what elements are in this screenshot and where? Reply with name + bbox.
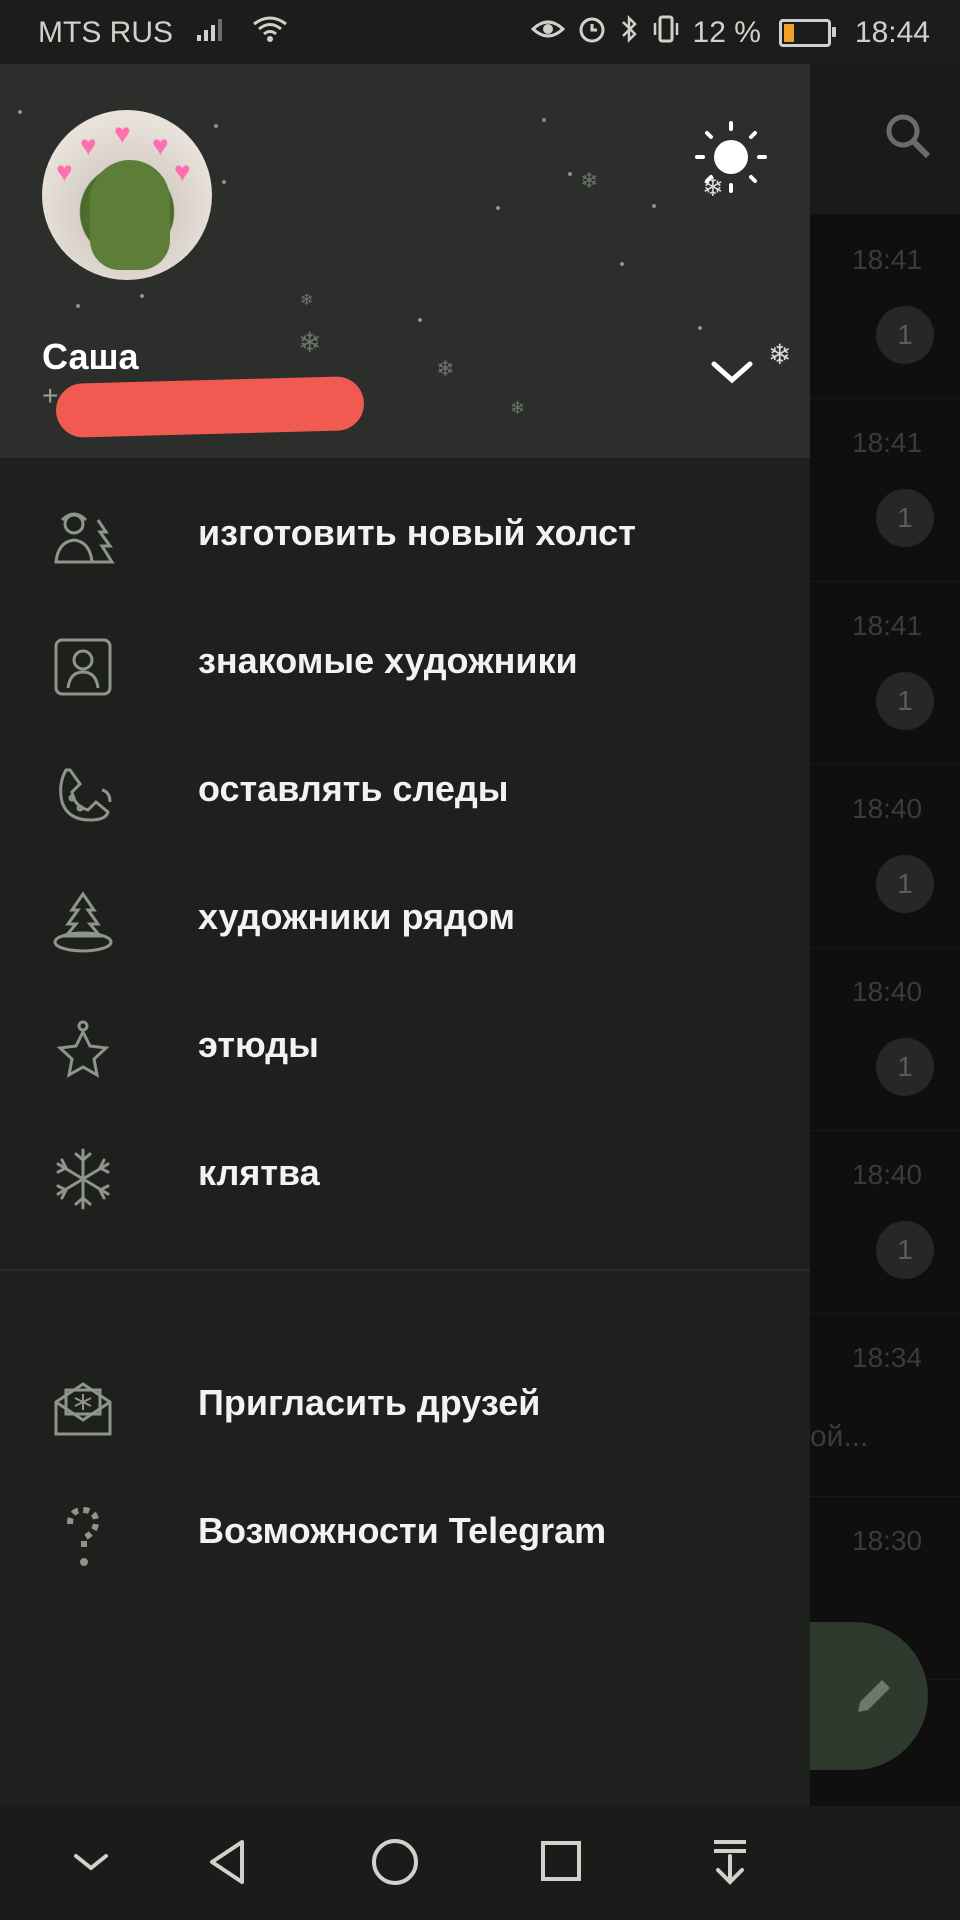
chat-list-background: 18:41 1 18:41 1 18:41 1 18:40 1 18:40 1 … (810, 64, 960, 1806)
snowflake-decoration: ❄ (300, 292, 314, 309)
chat-time: 18:41 (852, 610, 923, 641)
star-icon (50, 1018, 116, 1084)
menu-item-label: клятва (198, 1152, 320, 1193)
chat-time: 18:41 (852, 244, 923, 275)
menu-item-label: художники рядом (198, 896, 516, 937)
pencil-icon (852, 1674, 896, 1723)
vibrate-icon (651, 14, 681, 52)
candy-cane-phone-icon (50, 762, 116, 828)
menu-item-new-canvas[interactable]: изготовить новый холст (0, 470, 810, 598)
menu-divider (0, 1269, 810, 1271)
menu-item-label: Возможности Telegram (198, 1510, 607, 1551)
snowflake-decoration: ❄ (298, 327, 322, 358)
chat-snippet: ой... (810, 1420, 869, 1453)
christmas-tree-icon (50, 890, 116, 956)
system-nav-bar (0, 1806, 960, 1920)
unread-badge: 1 (876, 306, 934, 364)
alarm-icon (577, 14, 607, 52)
snowflake-decoration: ❄ (510, 398, 526, 418)
chat-row[interactable]: 18:40 1 (810, 763, 960, 948)
menu-item-saved[interactable]: этюды (0, 982, 810, 1110)
avatar[interactable]: ♥ ♥ ♥ ♥ ♥ (42, 110, 212, 280)
unread-badge: 1 (876, 855, 934, 913)
carrier-label: MTS RUS (38, 16, 173, 49)
menu-item-label: оставлять следы (198, 768, 509, 809)
wifi-icon (251, 14, 289, 52)
snowman-canvas-icon (50, 506, 116, 572)
chat-row[interactable]: 18:34 ой... (810, 1312, 960, 1497)
menu-item-invite-friends[interactable]: Пригласить друзей (0, 1340, 810, 1468)
snowflake-decoration: ❄ (768, 339, 792, 370)
chat-toolbar (810, 64, 960, 214)
chat-time: 18:40 (852, 793, 923, 824)
snowflake-icon (50, 1146, 116, 1212)
clock: 18:44 (854, 16, 930, 49)
menu-item-telegram-features[interactable]: Возможности Telegram (0, 1468, 810, 1596)
chat-time: 18:30 (852, 1525, 923, 1556)
chat-time: 18:41 (852, 427, 923, 458)
question-candy-icon (50, 1504, 116, 1570)
user-name: Саша (42, 336, 139, 377)
battery-icon (778, 19, 836, 47)
theme-toggle-sun-icon[interactable] (694, 120, 768, 199)
unread-badge: 1 (876, 1221, 934, 1279)
phone-redaction (55, 375, 365, 439)
menu-item-contacts[interactable]: знакомые художники (0, 598, 810, 726)
chat-time: 18:40 (852, 976, 923, 1007)
envelope-snowflake-icon (50, 1376, 116, 1442)
chat-row[interactable]: 18:41 1 (810, 580, 960, 765)
menu-item-label: этюды (198, 1024, 319, 1065)
menu-item-settings[interactable]: клятва (0, 1110, 810, 1238)
chat-row[interactable]: 18:41 1 (810, 397, 960, 582)
collapse-icon[interactable] (70, 1834, 112, 1895)
snowflake-decoration: ❄ (580, 168, 599, 193)
notifications-pull-icon[interactable] (708, 1834, 752, 1895)
drawer-header: ❄ ❄ ❄ ❄ ❄ ❄ ❄ ♥ ♥ ♥ ♥ ♥ Саша + (0, 64, 810, 458)
back-icon[interactable] (204, 1834, 250, 1895)
menu-item-people-nearby[interactable]: художники рядом (0, 854, 810, 982)
battery-percent: 12 % (692, 16, 761, 49)
recents-icon[interactable] (538, 1834, 584, 1895)
menu-item-calls[interactable]: оставлять следы (0, 726, 810, 854)
navigation-drawer: ❄ ❄ ❄ ❄ ❄ ❄ ❄ ♥ ♥ ♥ ♥ ♥ Саша + изготовит… (0, 64, 810, 1806)
unread-badge: 1 (876, 489, 934, 547)
unread-badge: 1 (876, 1038, 934, 1096)
chevron-down-icon[interactable] (706, 352, 758, 397)
signal-icon (195, 15, 229, 51)
menu-item-label: изготовить новый холст (198, 512, 636, 553)
chat-row[interactable]: 18:41 1 (810, 214, 960, 399)
search-icon[interactable] (884, 112, 932, 165)
chat-row[interactable]: 18:40 1 (810, 946, 960, 1131)
eye-icon (530, 15, 565, 51)
snowflake-decoration: ❄ (436, 356, 455, 381)
status-bar: MTS RUS 12 % 18:44 (0, 0, 960, 64)
menu-item-label: знакомые художники (198, 640, 578, 681)
home-icon[interactable] (370, 1834, 420, 1895)
chat-row[interactable]: 18:40 1 (810, 1129, 960, 1314)
unread-badge: 1 (876, 672, 934, 730)
chat-time: 18:34 (852, 1342, 923, 1373)
menu-item-label: Пригласить друзей (198, 1382, 541, 1423)
bluetooth-icon (619, 14, 639, 52)
contact-frame-icon (50, 634, 116, 700)
chat-time: 18:40 (852, 1159, 923, 1190)
